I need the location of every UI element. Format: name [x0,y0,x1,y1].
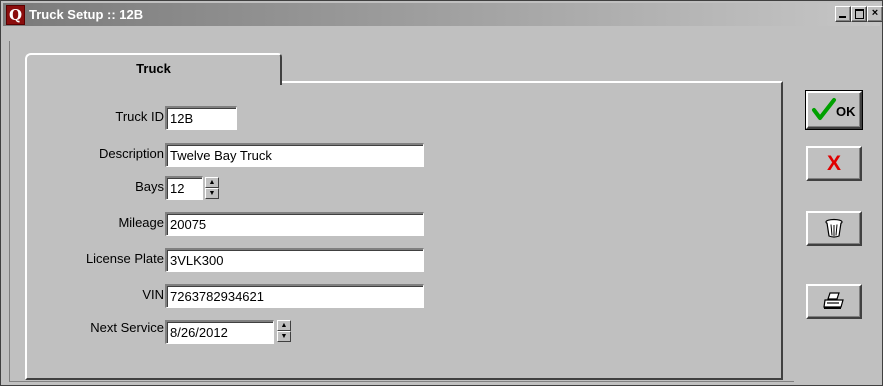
print-button[interactable] [806,284,862,319]
cancel-x-icon: X [826,152,841,175]
spin-down-icon: ▼ [280,333,288,340]
next-service-stepper[interactable]: ▲ ▼ [277,320,291,342]
truck-id-label: Truck ID [115,109,164,124]
checkmark-icon [812,98,836,120]
next-service-label: Next Service [90,320,164,335]
maximize-icon [855,9,864,19]
close-button[interactable]: × [867,6,883,22]
next-service-increment-button[interactable]: ▲ [277,320,291,331]
close-icon: × [871,7,879,19]
ok-button[interactable]: OK [805,90,863,130]
maximize-button[interactable] [851,6,867,22]
license-plate-label: License Plate [85,251,164,266]
minimize-button[interactable] [835,6,851,22]
ok-button-label: OK [836,104,856,119]
next-service-decrement-button[interactable]: ▼ [277,331,291,342]
minimize-icon [839,16,846,18]
bays-decrement-button[interactable]: ▼ [205,188,219,199]
printer-icon [823,292,844,309]
spin-up-icon: ▲ [280,322,288,329]
bays-increment-button[interactable]: ▲ [205,177,219,188]
spin-down-icon: ▼ [208,190,216,197]
tab-truck-label: Truck [136,61,171,76]
cancel-button[interactable]: X [806,146,862,181]
license-plate-field[interactable] [165,248,424,272]
tab-join [27,80,276,84]
mileage-field[interactable] [165,212,424,236]
window-title: Truck Setup :: 12B [29,7,144,22]
bays-label: Bays [135,179,164,194]
mileage-label: Mileage [118,215,164,230]
next-service-field[interactable] [165,320,274,344]
description-label: Description [98,146,164,161]
spin-up-icon: ▲ [208,179,216,186]
trash-can-icon [825,218,843,238]
bays-field[interactable] [165,176,203,200]
vin-field[interactable] [165,284,424,308]
vin-label: VIN [142,287,164,302]
app-logo-icon[interactable]: Q [6,5,25,25]
title-bar[interactable]: Q Truck Setup :: 12B × [3,3,883,26]
delete-button[interactable] [806,211,862,246]
truck-id-field[interactable] [165,106,237,130]
truck-setup-window: Q Truck Setup :: 12B × Truck Truck ID De… [0,0,883,386]
description-field[interactable] [165,143,424,167]
bays-stepper[interactable]: ▲ ▼ [205,177,219,199]
